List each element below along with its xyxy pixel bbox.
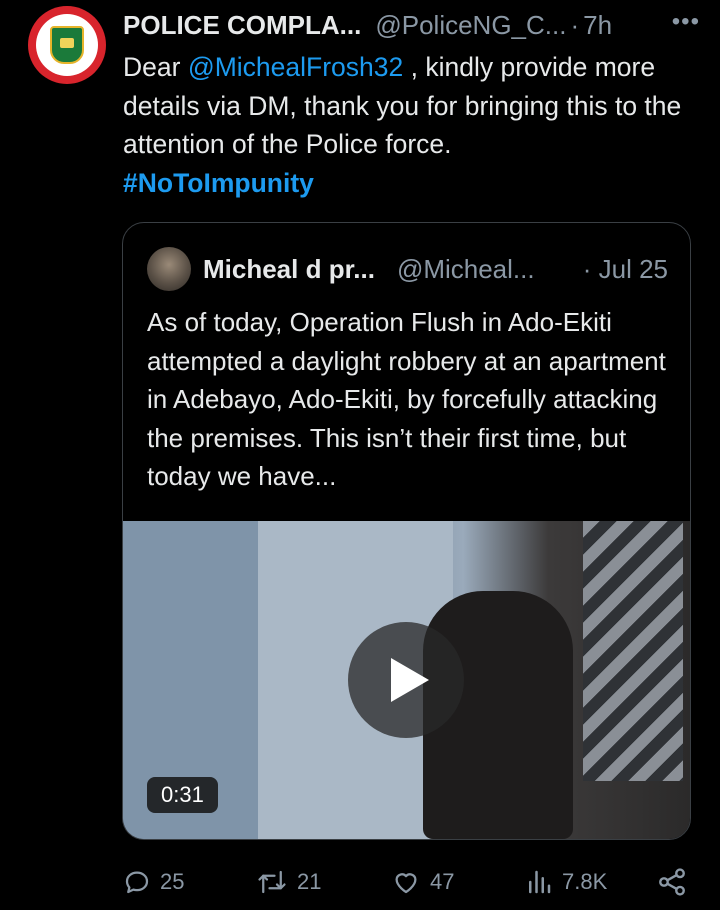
tweet-time[interactable]: 7h	[583, 10, 612, 41]
action-bar: 25 21 47 7.8K	[122, 864, 692, 900]
quoted-author-handle[interactable]: @Micheal...	[397, 254, 535, 285]
shield-emblem	[50, 26, 84, 64]
police-logo	[36, 14, 98, 76]
reply-button[interactable]: 25	[122, 867, 184, 897]
like-count: 47	[430, 869, 455, 894]
share-button[interactable]	[656, 866, 696, 898]
tweet-text: Dear @MichealFrosh32 , kindly provide mo…	[123, 48, 693, 202]
repost-icon	[258, 870, 286, 894]
quoted-author-name[interactable]: Micheal d pr...	[203, 254, 375, 285]
hashtag-link[interactable]: #NoToImpunity	[123, 164, 693, 203]
quoted-date[interactable]: · Jul 25	[583, 254, 668, 285]
author-handle[interactable]: @PoliceNG_C...	[375, 10, 566, 41]
like-button[interactable]: 47	[390, 867, 454, 897]
video-player[interactable]: 0:31	[123, 521, 690, 839]
more-icon[interactable]: •••	[672, 8, 700, 36]
quoted-text: As of today, Operation Flush in Ado-Ekit…	[147, 307, 666, 491]
reply-icon	[125, 871, 149, 894]
video-scene-curtain	[583, 521, 683, 781]
header-separator: ·	[570, 9, 580, 40]
like-icon	[395, 873, 417, 894]
tweet-text-pre: Dear	[123, 52, 188, 82]
author-name[interactable]: POLICE COMPLA...	[123, 10, 361, 41]
views-button[interactable]: 7.8K	[524, 867, 607, 897]
mention-link[interactable]: @MichealFrosh32	[188, 52, 403, 82]
video-duration: 0:31	[147, 777, 218, 813]
author-avatar[interactable]	[28, 6, 106, 84]
views-count: 7.8K	[562, 869, 608, 894]
tweet-header: POLICE COMPLA... @PoliceNG_C... · 7h •••	[123, 8, 700, 42]
views-icon	[529, 870, 551, 894]
share-icon	[659, 868, 685, 896]
quoted-avatar[interactable]	[147, 247, 191, 291]
play-button[interactable]	[348, 622, 464, 738]
repost-button[interactable]: 21	[255, 867, 321, 897]
quoted-tweet[interactable]: Micheal d pr... @Micheal... · Jul 25 As …	[122, 222, 691, 840]
play-icon	[391, 658, 429, 702]
reply-count: 25	[160, 869, 185, 894]
repost-count: 21	[297, 869, 322, 894]
quoted-header: Micheal d pr... @Micheal... · Jul 25	[147, 247, 668, 291]
